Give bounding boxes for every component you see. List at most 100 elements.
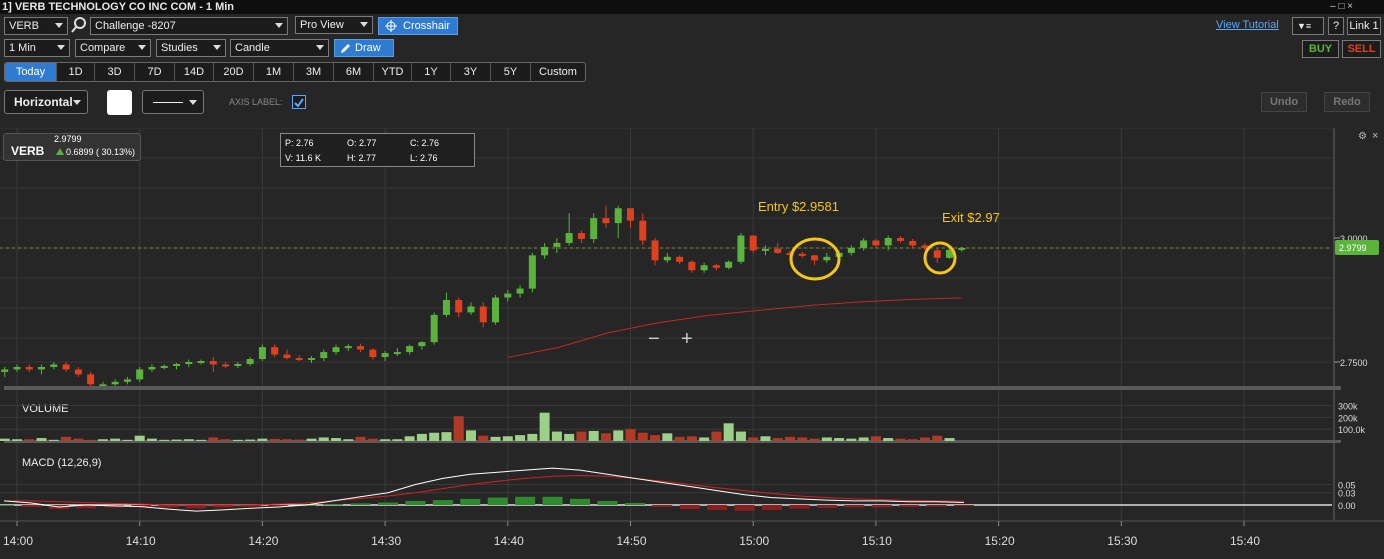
- macd-histogram-bar: [871, 505, 892, 508]
- volume-bar: [797, 437, 808, 441]
- volume-bar: [699, 437, 710, 441]
- volume-bar: [625, 429, 636, 441]
- candle-body: [565, 233, 573, 243]
- chart-type-select[interactable]: Candle: [230, 39, 329, 57]
- range-1y[interactable]: 1Y: [412, 63, 451, 81]
- candle-body: [160, 365, 168, 368]
- range-14d[interactable]: 14D: [175, 63, 214, 81]
- menu-icon: ▼≡: [1297, 21, 1312, 31]
- macd-histogram-bar: [926, 505, 947, 507]
- settings-icon[interactable]: ⚙: [1358, 131, 1367, 142]
- crosshair-button[interactable]: Crosshair: [378, 17, 458, 35]
- candle-body: [884, 238, 892, 246]
- volume-bar: [257, 438, 268, 441]
- zoom-out-button[interactable]: −: [648, 328, 660, 351]
- range-ytd[interactable]: YTD: [374, 63, 412, 81]
- volume-bar: [490, 436, 501, 441]
- time-axis-label: 14:20: [248, 534, 278, 548]
- pencil-icon: [341, 44, 350, 53]
- range-20d[interactable]: 20D: [214, 63, 254, 81]
- range-3m[interactable]: 3M: [294, 63, 334, 81]
- range-custom[interactable]: Custom: [531, 63, 585, 81]
- range-1m[interactable]: 1M: [254, 63, 294, 81]
- price-axis-label: 2.7500: [1340, 358, 1368, 368]
- volume-bar: [36, 438, 47, 441]
- range-6m[interactable]: 6M: [334, 63, 374, 81]
- volume-title: VOLUME: [22, 403, 68, 415]
- interval-select[interactable]: 1 Min: [4, 39, 70, 57]
- help-button[interactable]: ?: [1328, 17, 1344, 35]
- range-today[interactable]: Today: [5, 63, 57, 81]
- sell-button[interactable]: SELL: [1342, 40, 1381, 58]
- symbol-input[interactable]: VERB: [4, 17, 68, 35]
- account-value: Challenge -8207: [95, 20, 176, 32]
- volume-bar: [465, 430, 476, 441]
- candle-body: [258, 347, 266, 360]
- line-style-select[interactable]: Horizontal: [4, 90, 88, 114]
- candle-body: [38, 366, 46, 370]
- volume-bar: [0, 438, 10, 441]
- view-select[interactable]: Pro View: [295, 16, 373, 34]
- volume-bar: [171, 439, 182, 441]
- undo-button[interactable]: Undo: [1261, 92, 1307, 112]
- volume-bar: [527, 433, 538, 441]
- account-select[interactable]: Challenge -8207: [90, 17, 288, 35]
- candle-body: [13, 366, 21, 370]
- view-tutorial-link[interactable]: View Tutorial: [1216, 19, 1279, 31]
- quote-last: 2.9799: [54, 134, 82, 144]
- volume-bar: [551, 431, 562, 441]
- draw-button[interactable]: Draw: [334, 39, 394, 57]
- range-3y[interactable]: 3Y: [451, 63, 491, 81]
- axis-label-checkbox[interactable]: [292, 95, 306, 109]
- volume-bar: [686, 436, 697, 441]
- range-3d[interactable]: 3D: [95, 63, 135, 81]
- line-style-value: Horizontal: [14, 95, 73, 109]
- candle-body: [1, 369, 9, 372]
- candle-body: [62, 364, 70, 370]
- ohlc-high: H: 2.77: [347, 153, 377, 163]
- macd-histogram-bar: [21, 505, 42, 508]
- window-controls[interactable]: – □ ×: [1330, 1, 1353, 13]
- close-icon[interactable]: ×: [1372, 130, 1378, 142]
- macd-histogram-bar: [789, 505, 810, 509]
- panel-separator: [4, 386, 1341, 390]
- macd-axis-label: 0.03: [1338, 489, 1356, 499]
- candle-body: [357, 346, 365, 350]
- line-width-select[interactable]: [142, 90, 204, 114]
- range-5y[interactable]: 5Y: [491, 63, 531, 81]
- candle-body: [896, 238, 904, 241]
- candle-body: [590, 218, 598, 239]
- redo-button[interactable]: Redo: [1324, 92, 1370, 112]
- up-arrow-icon: [56, 148, 64, 155]
- quote-change: 0.6899 ( 30.13%): [66, 147, 136, 157]
- color-swatch[interactable]: [107, 90, 132, 115]
- range-7d[interactable]: 7D: [135, 63, 175, 81]
- range-1d[interactable]: 1D: [57, 63, 95, 81]
- ohlc-low: L: 2.76: [410, 153, 438, 163]
- menu-button[interactable]: ▼≡: [1292, 17, 1324, 35]
- buy-button[interactable]: BUY: [1302, 40, 1339, 58]
- candle-body: [307, 358, 315, 361]
- macd-histogram-bar: [899, 505, 920, 508]
- chevron-down-icon: [189, 100, 197, 105]
- candle-body: [295, 358, 303, 361]
- volume-bar: [85, 439, 96, 441]
- volume-bar: [232, 439, 243, 441]
- studies-select[interactable]: Studies: [156, 39, 226, 57]
- zoom-in-button[interactable]: +: [681, 328, 693, 351]
- volume-bar: [735, 431, 746, 441]
- link-button[interactable]: Link 1: [1347, 17, 1381, 35]
- candle-body: [577, 233, 585, 239]
- draw-label: Draw: [355, 42, 381, 54]
- macd-histogram-bar: [816, 505, 837, 508]
- candle-body: [860, 240, 868, 248]
- compare-select[interactable]: Compare: [75, 39, 151, 57]
- volume-bar: [24, 439, 35, 441]
- check-icon: [294, 98, 304, 108]
- volume-bar: [919, 437, 930, 441]
- search-icon[interactable]: [70, 16, 88, 34]
- chevron-down-icon: [57, 45, 65, 50]
- macd-axis-label: 0.00: [1338, 501, 1356, 511]
- volume-bar: [367, 438, 378, 441]
- volume-axis-label: 300k: [1338, 402, 1358, 412]
